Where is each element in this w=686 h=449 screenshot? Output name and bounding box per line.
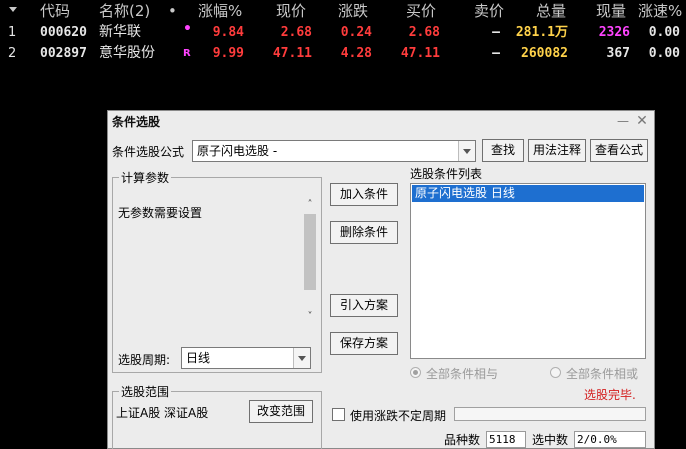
header-change[interactable]: 涨跌	[338, 0, 368, 22]
stock-pct: 9.99	[212, 46, 244, 61]
progress-bar	[454, 407, 646, 421]
count-value: 5118	[486, 431, 526, 448]
header-code[interactable]: 代码	[40, 0, 70, 22]
view-formula-button[interactable]: 查看公式	[590, 139, 648, 162]
header-pct[interactable]: 涨幅%	[198, 0, 242, 22]
stock-pct: 9.84	[212, 25, 244, 40]
formula-select[interactable]: 原子闪电选股 -	[192, 140, 476, 162]
delete-condition-button[interactable]: 删除条件	[330, 221, 398, 244]
params-text: 无参数需要设置	[118, 206, 203, 220]
table-header: 代码 名称(2) • 涨幅% 现价 涨跌 买价 卖价 总量 现量 涨速%	[0, 0, 686, 22]
add-condition-button[interactable]: 加入条件	[330, 183, 398, 206]
import-plan-button[interactable]: 引入方案	[330, 294, 398, 317]
header-current[interactable]: 现量	[596, 0, 626, 22]
period-select[interactable]: 日线	[181, 347, 311, 369]
radio-or[interactable]	[550, 367, 561, 378]
header-ask[interactable]: 卖价	[474, 0, 504, 22]
find-button[interactable]: 查找	[482, 139, 524, 162]
header-speed[interactable]: 涨速%	[638, 0, 682, 22]
radio-and-label: 全部条件相与	[426, 367, 499, 381]
header-volume[interactable]: 总量	[536, 0, 566, 22]
scroll-thumb[interactable]	[304, 214, 316, 290]
period-label: 选股周期:	[118, 353, 171, 367]
range-group-title: 选股范围	[119, 383, 172, 400]
sort-down-icon[interactable]	[9, 7, 17, 12]
stock-mark: •	[183, 21, 192, 37]
variable-period-checkbox[interactable]	[332, 408, 345, 421]
usage-notes-button[interactable]: 用法注释	[528, 139, 586, 162]
stock-mark: R	[183, 48, 191, 59]
selected-value: 2/0.0%	[574, 431, 646, 448]
count-label: 品种数	[444, 433, 481, 447]
scroll-up-icon[interactable]: ˄	[305, 200, 315, 210]
stock-volume: 260082	[521, 46, 568, 61]
row-index: 1	[8, 25, 17, 40]
range-group: 选股范围 上证A股 深证A股 改变范围	[112, 383, 322, 449]
chevron-down-icon[interactable]	[293, 348, 310, 368]
save-plan-button[interactable]: 保存方案	[330, 332, 398, 355]
row-index: 2	[8, 46, 17, 61]
dialog-title: 条件选股	[112, 115, 161, 129]
period-value: 日线	[186, 351, 211, 365]
stock-price: 47.11	[272, 46, 312, 61]
header-name[interactable]: 名称(2)	[99, 0, 150, 22]
stock-name: 意华股份	[99, 45, 155, 61]
stock-ask: —	[492, 46, 500, 61]
stock-price: 2.68	[280, 25, 312, 40]
condition-list-title: 选股条件列表	[410, 167, 483, 181]
formula-value: 原子闪电选股 -	[197, 144, 278, 158]
chevron-down-icon[interactable]	[458, 141, 475, 161]
stock-current: 367	[606, 46, 630, 61]
stock-bid: 47.11	[400, 46, 440, 61]
close-icon[interactable]: ✕	[634, 113, 650, 129]
variable-period-label: 使用涨跌不定周期	[350, 409, 447, 423]
table-row[interactable]: 1 000620 新华联 • 9.84 2.68 0.24 2.68 — 281…	[0, 22, 686, 43]
stock-bid: 2.68	[408, 25, 440, 40]
dialog-titlebar[interactable]: 条件选股 — ✕	[108, 111, 654, 131]
stock-change: 0.24	[340, 25, 372, 40]
header-bid[interactable]: 买价	[406, 0, 436, 22]
scroll-down-icon[interactable]: ˅	[305, 312, 315, 322]
stock-volume: 281.1万	[515, 25, 568, 40]
stock-table: 代码 名称(2) • 涨幅% 现价 涨跌 买价 卖价 总量 现量 涨速% 1 0…	[0, 0, 686, 64]
header-dot: •	[168, 2, 177, 20]
params-scrollbar[interactable]: ˄ ˅	[303, 198, 317, 324]
status-text: 选股完毕.	[584, 388, 636, 402]
selected-label: 选中数	[532, 433, 569, 447]
change-range-button[interactable]: 改变范围	[249, 400, 313, 423]
stock-ask: —	[492, 25, 500, 40]
stock-code: 000620	[40, 25, 87, 40]
stock-change: 4.28	[340, 46, 372, 61]
minimize-icon[interactable]: —	[616, 114, 630, 128]
radio-or-label: 全部条件相或	[566, 367, 639, 381]
header-price[interactable]: 现价	[276, 0, 306, 22]
stock-name: 新华联	[99, 24, 141, 40]
range-text: 上证A股 深证A股	[116, 406, 209, 420]
stock-current: 2326	[598, 25, 630, 40]
stock-speed: 0.00	[648, 25, 680, 40]
params-group-title: 计算参数	[119, 169, 172, 186]
radio-and[interactable]	[410, 367, 421, 378]
stock-screener-dialog: 条件选股 — ✕ 条件选股公式 原子闪电选股 - 查找 用法注释 查看公式 计算…	[107, 110, 655, 449]
params-group: 计算参数 无参数需要设置 ˄ ˅ 选股周期: 日线	[112, 169, 322, 373]
condition-list[interactable]: 原子闪电选股 日线	[410, 183, 646, 359]
table-row[interactable]: 2 002897 意华股份 R 9.99 47.11 4.28 47.11 — …	[0, 43, 686, 64]
list-item[interactable]: 原子闪电选股 日线	[412, 185, 644, 202]
stock-code: 002897	[40, 46, 87, 61]
formula-label: 条件选股公式	[112, 145, 185, 159]
stock-speed: 0.00	[648, 46, 680, 61]
